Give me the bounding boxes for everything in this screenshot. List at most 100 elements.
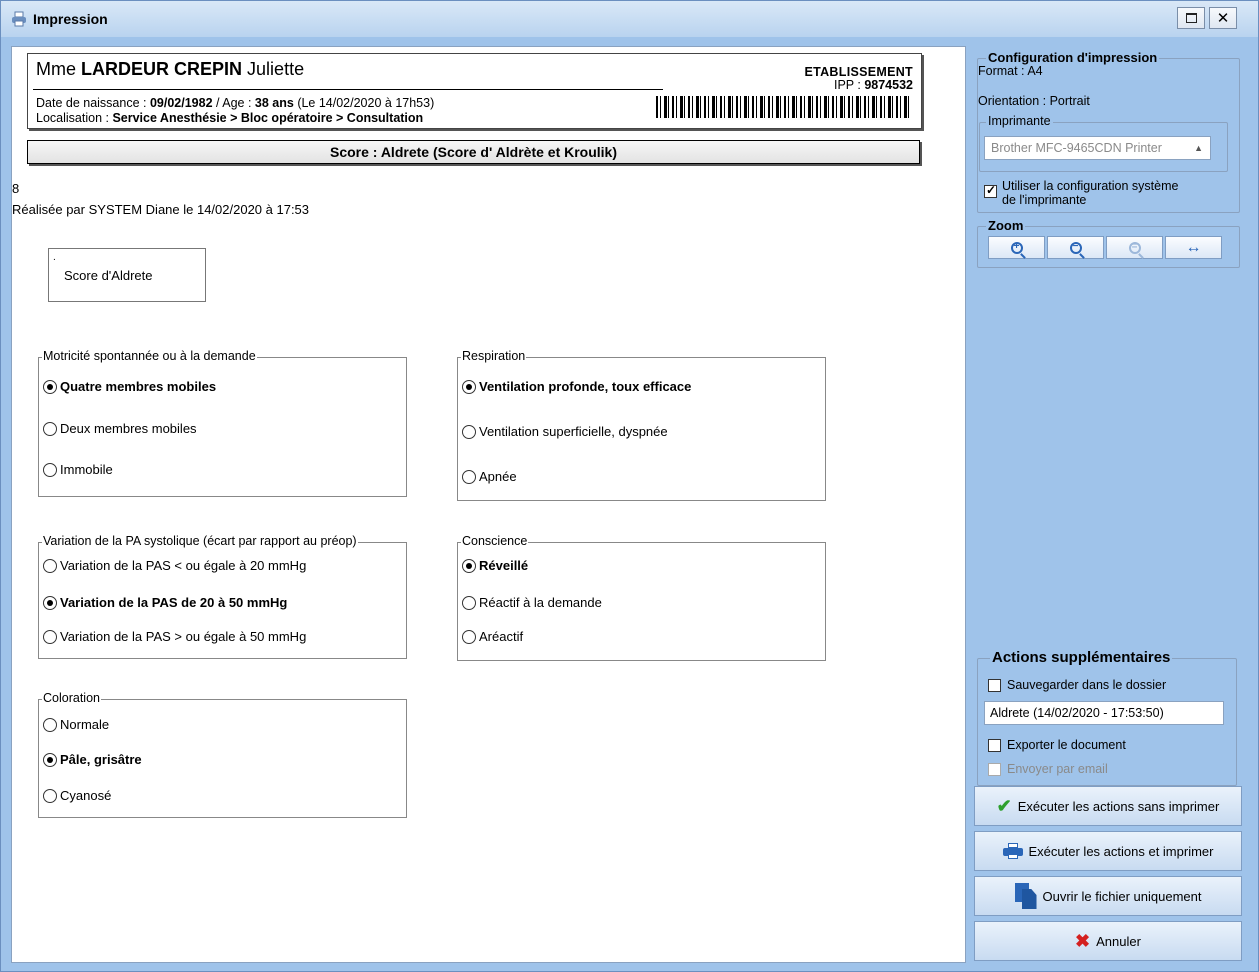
group-legend: Motricité spontannée ou à la demande (42, 349, 257, 363)
patient-info: Date de naissance : 09/02/1982 / Age : 3… (36, 96, 434, 126)
radio-label: Quatre membres mobiles (60, 379, 217, 394)
fit-width-icon: ↔ (1185, 238, 1202, 256)
radio-icon (43, 788, 57, 803)
group-coloration: Coloration Normale Pâle, grisâtre Cyanos… (38, 691, 407, 818)
zoom-reset-button[interactable]: = (1106, 236, 1163, 259)
print-config-legend: Configuration d'impression (986, 50, 1160, 65)
score-box-dot: . (53, 252, 56, 263)
file-icon (1014, 883, 1037, 909)
score-header: Score : Aldrete (Score d' Aldrète et Kro… (27, 140, 920, 164)
window-title: Impression (33, 11, 108, 27)
printer-app-icon (11, 11, 27, 27)
radio-label: Deux membres mobiles (60, 421, 197, 436)
radio-icon (462, 424, 476, 439)
orientation-text: Orientation : Portrait (978, 94, 1090, 108)
checkbox-icon (988, 738, 1001, 752)
checkbox-icon (988, 678, 1001, 692)
radio-icon (43, 421, 57, 436)
radio-coloration-0[interactable]: Normale (43, 717, 109, 732)
radio-icon (43, 752, 57, 767)
location-label: Localisation : (36, 111, 113, 125)
send-email-label: Envoyer par email (1007, 762, 1108, 776)
radio-label: Apnée (479, 469, 517, 484)
fit-width-button[interactable]: ↔ (1165, 236, 1222, 259)
group-legend: Variation de la PA systolique (écart par… (42, 534, 358, 548)
radio-respiration-1[interactable]: Ventilation superficielle, dyspnée (462, 424, 668, 439)
group-legend: Coloration (42, 691, 101, 705)
print-dialog-window: Impression ✕ Mme LARDEUR CREPIN Juliette… (0, 0, 1259, 972)
barcode (656, 96, 911, 118)
run-no-print-label: Exécuter les actions sans imprimer (1017, 798, 1220, 814)
radio-motricite-0[interactable]: Quatre membres mobiles (43, 379, 216, 394)
radio-conscience-1[interactable]: Réactif à la demande (462, 595, 602, 610)
age-note: (Le 14/02/2020 à 17h53) (293, 96, 435, 110)
patient-location-line: Localisation : Service Anesthésie > Bloc… (36, 111, 434, 126)
save-in-folder-checkbox[interactable]: Sauvegarder dans le dossier (988, 678, 1166, 692)
maximize-button[interactable] (1177, 7, 1205, 29)
name-divider (33, 89, 663, 90)
radio-conscience-2[interactable]: Aréactif (462, 629, 523, 644)
radio-coloration-1[interactable]: Pâle, grisâtre (43, 752, 142, 767)
score-value: 8 (12, 181, 20, 196)
radio-icon (43, 558, 57, 573)
radio-conscience-0[interactable]: Réveillé (462, 558, 528, 573)
run-actions-and-print-button[interactable]: Exécuter les actions et imprimer (974, 831, 1242, 871)
cancel-label: Annuler (1096, 933, 1141, 949)
radio-coloration-2[interactable]: Cyanosé (43, 788, 111, 803)
radio-label: Aréactif (479, 629, 524, 644)
radio-icon (462, 379, 476, 394)
patient-firstname: Juliette (247, 59, 305, 79)
patient-surname: LARDEUR CREPIN (81, 59, 243, 79)
group-motricite: Motricité spontannée ou à la demande Qua… (38, 349, 407, 497)
dob-label: Date de naissance : (36, 96, 150, 110)
document-preview[interactable]: Mme LARDEUR CREPIN Juliette Date de nais… (11, 46, 966, 963)
patient-civility: Mme (36, 59, 76, 79)
radio-motricite-1[interactable]: Deux membres mobiles (43, 421, 197, 436)
use-system-config-line1: Utiliser la configuration système (1002, 179, 1179, 193)
run-actions-no-print-button[interactable]: ✔ Exécuter les actions sans imprimer (974, 786, 1242, 826)
printer-icon (1002, 843, 1023, 859)
radio-respiration-2[interactable]: Apnée (462, 469, 517, 484)
radio-label: Immobile (60, 462, 113, 477)
radio-respiration-0[interactable]: Ventilation profonde, toux efficace (462, 379, 691, 394)
radio-icon (462, 595, 476, 610)
radio-pa-0[interactable]: Variation de la PAS < ou égale à 20 mmHg (43, 558, 306, 573)
zoom-reset-icon: = (1128, 241, 1141, 254)
radio-label: Ventilation superficielle, dyspnée (479, 424, 668, 439)
cancel-x-icon: ✖ (1075, 930, 1091, 951)
send-email-checkbox[interactable]: Envoyer par email (988, 762, 1108, 776)
ipp-label: IPP : (833, 78, 865, 92)
location-value: Service Anesthésie > Bloc opératoire > C… (112, 111, 424, 125)
export-document-label: Exporter le document (1007, 738, 1126, 752)
close-button[interactable]: ✕ (1209, 7, 1237, 29)
radio-label: Pâle, grisâtre (60, 752, 142, 767)
establishment-block: ETABLISSEMENT IPP : 9874532 (804, 66, 913, 92)
radio-label: Normale (60, 717, 110, 732)
radio-label: Réactif à la demande (479, 595, 602, 610)
patient-dob-line: Date de naissance : 09/02/1982 / Age : 3… (36, 96, 434, 111)
age-value: 38 ans (254, 96, 294, 110)
zoom-out-button[interactable]: − (1047, 236, 1104, 259)
open-file-only-button[interactable]: Ouvrir le fichier uniquement (974, 876, 1242, 916)
zoom-in-button[interactable]: + (988, 236, 1045, 259)
use-system-config-checkbox[interactable]: Utiliser la configuration systèmede l'im… (984, 179, 1178, 207)
zoom-in-icon: + (1010, 241, 1023, 254)
cancel-button[interactable]: ✖ Annuler (974, 921, 1242, 961)
printer-select[interactable]: Brother MFC-9465CDN Printer ▲ (984, 136, 1211, 160)
radio-pa-2[interactable]: Variation de la PAS > ou égale à 50 mmHg (43, 629, 306, 644)
close-icon: ✕ (1216, 10, 1230, 27)
save-in-folder-label: Sauvegarder dans le dossier (1007, 678, 1167, 692)
export-document-checkbox[interactable]: Exporter le document (988, 738, 1126, 752)
checkmark-icon: ✔ (996, 795, 1012, 816)
zoom-out-icon: − (1069, 241, 1082, 254)
radio-motricite-2[interactable]: Immobile (43, 462, 113, 477)
score-box-label: Score d'Aldrete (64, 268, 153, 283)
side-panel: Configuration d'impression Format : A4 O… (974, 46, 1244, 963)
radio-label: Variation de la PAS < ou égale à 20 mmHg (60, 558, 307, 573)
ipp-line: IPP : 9874532 (804, 79, 913, 92)
filename-input[interactable]: Aldrete (14/02/2020 - 17:53:50) (984, 701, 1224, 725)
radio-pa-1[interactable]: Variation de la PAS de 20 à 50 mmHg (43, 595, 287, 610)
group-pa: Variation de la PA systolique (écart par… (38, 534, 407, 659)
radio-icon (43, 717, 57, 732)
format-text: Format : A4 (978, 64, 1043, 78)
